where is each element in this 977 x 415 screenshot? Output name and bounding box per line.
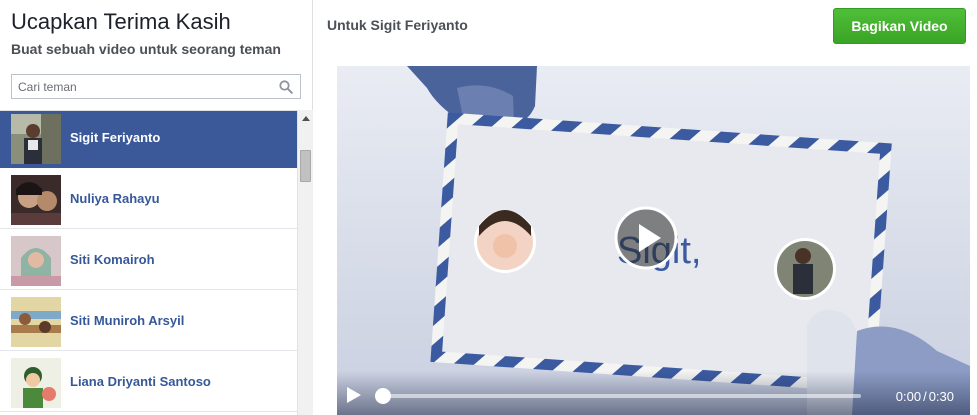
time-display: 0:00/0:30 [896,389,954,404]
friend-name: Liana Driyanti Santoso [70,374,211,389]
friend-row[interactable]: Nuliya Rahayu [0,168,297,229]
recipient-photo [774,238,836,300]
search-box [11,74,301,99]
scroll-up-arrow-icon[interactable] [298,110,313,127]
current-time: 0:00 [895,389,922,404]
avatar [11,175,61,225]
friend-row[interactable]: Liana Driyanti Santoso [0,351,297,412]
progress-knob[interactable] [375,388,391,404]
search-input[interactable] [12,75,274,98]
avatar [11,114,61,164]
friend-list-scrollbar[interactable] [297,110,313,415]
play-icon[interactable] [345,386,363,404]
friend-name: Nuliya Rahayu [70,191,160,206]
avatar [11,236,61,286]
scroll-thumb[interactable] [300,150,311,182]
play-button-icon[interactable] [613,205,679,271]
avatar [11,297,61,347]
recipient-label: Untuk Sigit Feriyanto [327,17,468,33]
progress-bar[interactable] [383,394,861,398]
friend-row[interactable]: Siti Muniroh Arsyil [0,290,297,351]
share-video-button[interactable]: Bagikan Video [833,8,966,44]
friend-name: Siti Komairoh [70,252,155,267]
avatar [11,358,61,408]
search-icon[interactable] [279,80,293,94]
video-controls: 0:00/0:30 [337,371,970,415]
friend-list: Sigit Feriyanto Nuliya Rahayu Siti Komai… [0,110,297,415]
duration: 0:30 [928,389,954,404]
page-title: Ucapkan Terima Kasih [11,9,231,34]
friend-name: Sigit Feriyanto [70,130,161,145]
page-subtitle: Buat sebuah video untuk seorang teman [11,41,281,57]
video-player[interactable]: Sigit, 0:00/0:30 [337,66,970,415]
friend-picker-panel: Ucapkan Terima Kasih Buat sebuah video u… [0,0,313,415]
time-separator: / [923,389,927,404]
friend-row[interactable]: Siti Komairoh [0,229,297,290]
friend-row[interactable]: Sigit Feriyanto [0,111,297,168]
friend-name: Siti Muniroh Arsyil [70,313,185,328]
